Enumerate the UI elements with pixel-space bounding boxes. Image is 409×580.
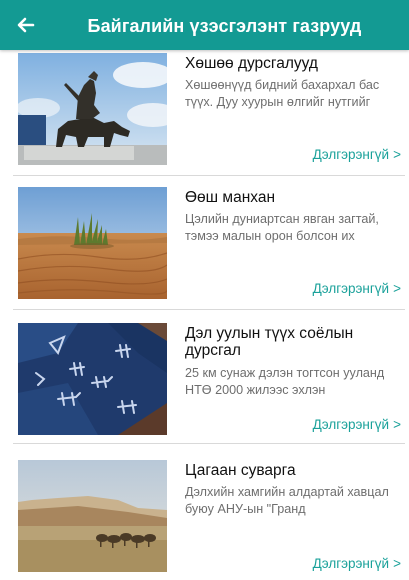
cliffs-image	[18, 460, 167, 572]
more-label: Дэлгэрэнгүй	[312, 281, 390, 296]
more-label: Дэлгэрэнгүй	[312, 417, 390, 432]
chevron-right-icon: >	[393, 281, 401, 296]
item-description: Дэлхийн хамгийн алдартай хавцал буюу АНУ…	[185, 485, 389, 516]
item-title: Өөш манхан	[185, 189, 276, 206]
divider	[13, 443, 405, 444]
item-title: Хөшөө дурсгалууд	[185, 55, 318, 72]
chevron-right-icon: >	[393, 147, 401, 162]
item-description: 25 км сунаж дэлэн тогтсон ууланд НТӨ 200…	[185, 366, 385, 397]
list-item-monuments[interactable]: Хөшөө дурсгалууд Хөшөөнүүд бидний бахарх…	[13, 53, 405, 171]
divider	[13, 175, 405, 176]
more-label: Дэлгэрэнгүй	[312, 556, 390, 571]
petroglyph-image	[18, 323, 167, 435]
item-title: Цагаан суварга	[185, 462, 296, 479]
item-title: Дэл уулын түүх соёлын дурсгал	[185, 325, 354, 359]
item-description: Хөшөөнүүд бидний бахархал бас түүх. Дуу …	[185, 78, 380, 109]
list-item-petroglyphs[interactable]: Дэл уулын түүх соёлын дурсгал 25 км суна…	[13, 323, 405, 441]
more-link[interactable]: Дэлгэрэнгүй >	[313, 417, 401, 432]
more-link[interactable]: Дэлгэрэнгүй >	[313, 281, 401, 296]
monument-image	[18, 53, 167, 165]
more-label: Дэлгэрэнгүй	[312, 147, 390, 162]
more-link[interactable]: Дэлгэрэнгүй >	[313, 147, 401, 162]
list-item-tsagaan-suvarga[interactable]: Цагаан суварга Дэлхийн хамгийн алдартай …	[13, 460, 405, 578]
more-link[interactable]: Дэлгэрэнгүй >	[313, 556, 401, 571]
arrow-left-icon	[17, 17, 35, 33]
divider	[13, 309, 405, 310]
attractions-screen: Байгалийн үзэсгэлэнт газрууд Хөшөө дурсг…	[0, 0, 409, 580]
chevron-right-icon: >	[393, 417, 401, 432]
app-header: Байгалийн үзэсгэлэнт газрууд	[0, 0, 409, 50]
chevron-right-icon: >	[393, 556, 401, 571]
item-description: Цэлийн дуниартсан явган загтай, тэмээ ма…	[185, 212, 379, 243]
back-button[interactable]	[13, 13, 39, 37]
list-item-dunes[interactable]: Өөш манхан Цэлийн дуниартсан явган загта…	[13, 187, 405, 305]
dunes-image	[18, 187, 167, 299]
page-title: Байгалийн үзэсгэлэнт газрууд	[87, 16, 362, 36]
